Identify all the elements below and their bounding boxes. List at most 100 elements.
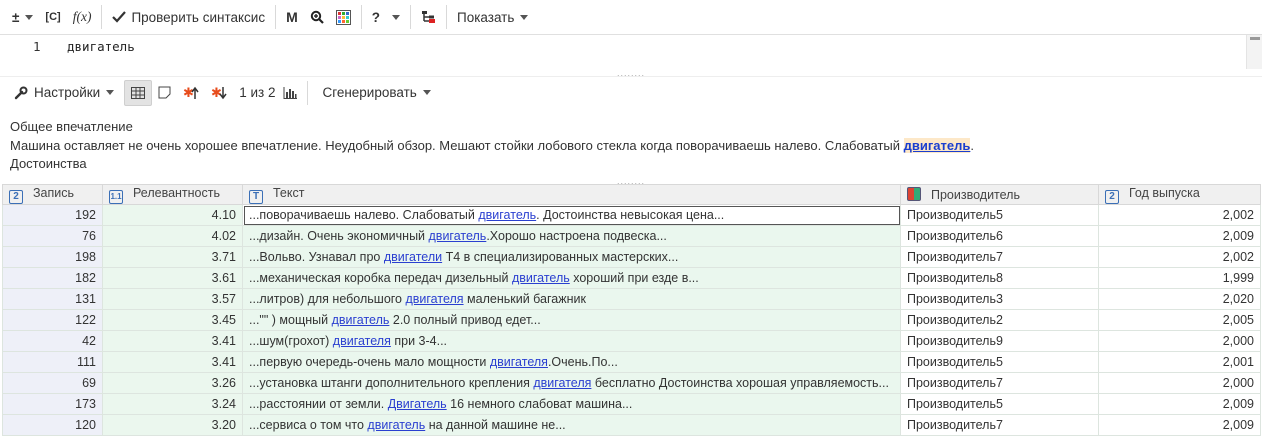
keyword-link[interactable]: двигатель	[478, 208, 536, 222]
cell-relevance[interactable]: 3.41	[102, 330, 243, 352]
cell-id[interactable]: 182	[2, 267, 103, 289]
cell-year[interactable]: 2,009	[1098, 414, 1261, 436]
cell-text[interactable]: ...установка штанги дополнительного креп…	[242, 372, 901, 394]
cell-year[interactable]: 2,009	[1098, 393, 1261, 415]
cell-year[interactable]: 1,999	[1098, 267, 1261, 289]
cell-manufacturer[interactable]: Производитель5	[900, 204, 1099, 226]
plus-minus-menu-button[interactable]: ±	[6, 4, 39, 30]
cell-text[interactable]: ...литров) для небольшого двигателя мале…	[242, 288, 901, 310]
keyword-link[interactable]: двигатели	[384, 250, 442, 264]
settings-menu-button[interactable]: Настройки	[8, 80, 120, 106]
column-header-id[interactable]: 2 Запись	[2, 184, 103, 205]
table-row[interactable]: 122 3.45 ..."" ) мощный двигатель 2.0 полн…	[2, 309, 1261, 331]
column-header-year[interactable]: 2 Год выпуска	[1098, 184, 1261, 205]
cell-id[interactable]: 120	[2, 414, 103, 436]
cell-relevance[interactable]: 3.57	[102, 288, 243, 310]
scrollbar-thumb[interactable]	[1250, 37, 1260, 40]
keyword-link[interactable]: Двигатель	[388, 397, 447, 411]
cell-manufacturer[interactable]: Производитель7	[900, 246, 1099, 268]
note-view-button[interactable]	[152, 80, 177, 106]
cell-relevance[interactable]: 3.20	[102, 414, 243, 436]
chart-view-button[interactable]	[281, 80, 303, 106]
table-row[interactable]: 111 3.41 ...первую очередь-очень мало мощн…	[2, 351, 1261, 373]
cell-manufacturer[interactable]: Производитель7	[900, 414, 1099, 436]
editor-line[interactable]: двигатель	[67, 39, 135, 54]
query-editor[interactable]: 1 двигатель	[0, 34, 1262, 69]
cell-text[interactable]: ..."" ) мощный двигатель 2.0 полный прив…	[242, 309, 901, 331]
cell-year[interactable]: 2,002	[1098, 204, 1261, 226]
keyword-link[interactable]: двигателя	[533, 376, 591, 390]
tree-structure-button[interactable]	[415, 4, 442, 30]
cell-text[interactable]: ...шум(грохот) двигателя при 3-4...	[242, 330, 901, 352]
cell-id[interactable]: 69	[2, 372, 103, 394]
table-row[interactable]: 182 3.61 ...механическая коробка передач д…	[2, 267, 1261, 289]
cell-relevance[interactable]: 3.45	[102, 309, 243, 331]
cell-year[interactable]: 2,002	[1098, 246, 1261, 268]
keyword-link[interactable]: двигатель	[367, 418, 425, 432]
column-header-manufacturer[interactable]: Производитель	[900, 184, 1099, 205]
generate-menu-button[interactable]: Сгенерировать	[316, 80, 436, 106]
help-menu-button[interactable]: ?	[366, 4, 406, 30]
cell-text[interactable]: ...сервиса о том что двигатель на данной…	[242, 414, 901, 436]
cell-text[interactable]: ...поворачиваешь налево. Слабоватый двиг…	[242, 204, 901, 226]
cell-id[interactable]: 173	[2, 393, 103, 415]
cell-year[interactable]: 2,020	[1098, 288, 1261, 310]
cell-text[interactable]: ...расстоянии от земли. Двигатель 16 нем…	[242, 393, 901, 415]
table-row[interactable]: 192 4.10 ...поворачиваешь налево. Слабоват…	[2, 204, 1261, 226]
cell-manufacturer[interactable]: Производитель2	[900, 309, 1099, 331]
cell-id[interactable]: 76	[2, 225, 103, 247]
cell-relevance[interactable]: 3.71	[102, 246, 243, 268]
cell-manufacturer[interactable]: Производитель7	[900, 372, 1099, 394]
cell-text[interactable]: ...первую очередь-очень мало мощности дв…	[242, 351, 901, 373]
cell-year[interactable]: 2,001	[1098, 351, 1261, 373]
cell-id[interactable]: 42	[2, 330, 103, 352]
keyword-link[interactable]: двигателя	[333, 334, 391, 348]
column-header-text[interactable]: T Текст	[242, 184, 901, 205]
keyword-link[interactable]: двигателя	[490, 355, 548, 369]
cell-year[interactable]: 2,000	[1098, 372, 1261, 394]
keyword-link[interactable]: двигатель	[332, 313, 390, 327]
cell-id[interactable]: 111	[2, 351, 103, 373]
keyword-link[interactable]: двигателя	[405, 292, 463, 306]
zoom-button[interactable]	[304, 4, 330, 30]
column-header-relevance[interactable]: 1.1 Релевантность	[102, 184, 243, 205]
cell-year[interactable]: 2,005	[1098, 309, 1261, 331]
cell-year[interactable]: 2,000	[1098, 330, 1261, 352]
table-row[interactable]: 42 3.41 ...шум(грохот) двигателя при 3-4..…	[2, 330, 1261, 352]
cell-id[interactable]: 198	[2, 246, 103, 268]
cell-relevance[interactable]: 3.41	[102, 351, 243, 373]
editor-scrollbar[interactable]	[1246, 35, 1262, 69]
table-view-button[interactable]	[124, 79, 153, 106]
cell-relevance[interactable]: 3.61	[102, 267, 243, 289]
table-row[interactable]: 173 3.24 ...расстоянии от земли. Двигатель…	[2, 393, 1261, 415]
sort-asc-button[interactable]: ✱	[205, 80, 233, 106]
cell-manufacturer[interactable]: Производитель6	[900, 225, 1099, 247]
show-menu-button[interactable]: Показать	[451, 4, 534, 30]
cell-relevance[interactable]: 3.26	[102, 372, 243, 394]
function-button[interactable]: f(x)	[67, 4, 98, 30]
cell-manufacturer[interactable]: Производитель5	[900, 351, 1099, 373]
check-syntax-button[interactable]: Проверить синтаксис	[106, 4, 271, 30]
cell-text[interactable]: ...дизайн. Очень экономичный двигатель.Х…	[242, 225, 901, 247]
sort-desc-button[interactable]: ✱	[177, 80, 205, 106]
table-row[interactable]: 69 3.26 ...установка штанги дополнительног…	[2, 372, 1261, 394]
m-button[interactable]: M	[280, 4, 304, 30]
table-row[interactable]: 198 3.71 ...Вольво. Узнавал про двигатели …	[2, 246, 1261, 268]
keyword-link[interactable]: двигатель	[429, 229, 487, 243]
cell-manufacturer[interactable]: Производитель5	[900, 393, 1099, 415]
cell-text[interactable]: ...механическая коробка передач дизельны…	[242, 267, 901, 289]
cell-manufacturer[interactable]: Производитель3	[900, 288, 1099, 310]
cell-relevance[interactable]: 4.02	[102, 225, 243, 247]
cell-manufacturer[interactable]: Производитель9	[900, 330, 1099, 352]
color-grid-button[interactable]	[330, 4, 357, 30]
cell-id[interactable]: 122	[2, 309, 103, 331]
keyword-link[interactable]: двигатель	[512, 271, 570, 285]
cell-text[interactable]: ...Вольво. Узнавал про двигатели Т4 в сп…	[242, 246, 901, 268]
cell-id[interactable]: 192	[2, 204, 103, 226]
cell-relevance[interactable]: 4.10	[102, 204, 243, 226]
cell-id[interactable]: 131	[2, 288, 103, 310]
cell-year[interactable]: 2,009	[1098, 225, 1261, 247]
table-row[interactable]: 131 3.57 ...литров) для небольшого двигате…	[2, 288, 1261, 310]
table-row[interactable]: 120 3.20 ...сервиса о том что двигатель на…	[2, 414, 1261, 436]
brackets-button[interactable]: [C]	[39, 4, 66, 30]
